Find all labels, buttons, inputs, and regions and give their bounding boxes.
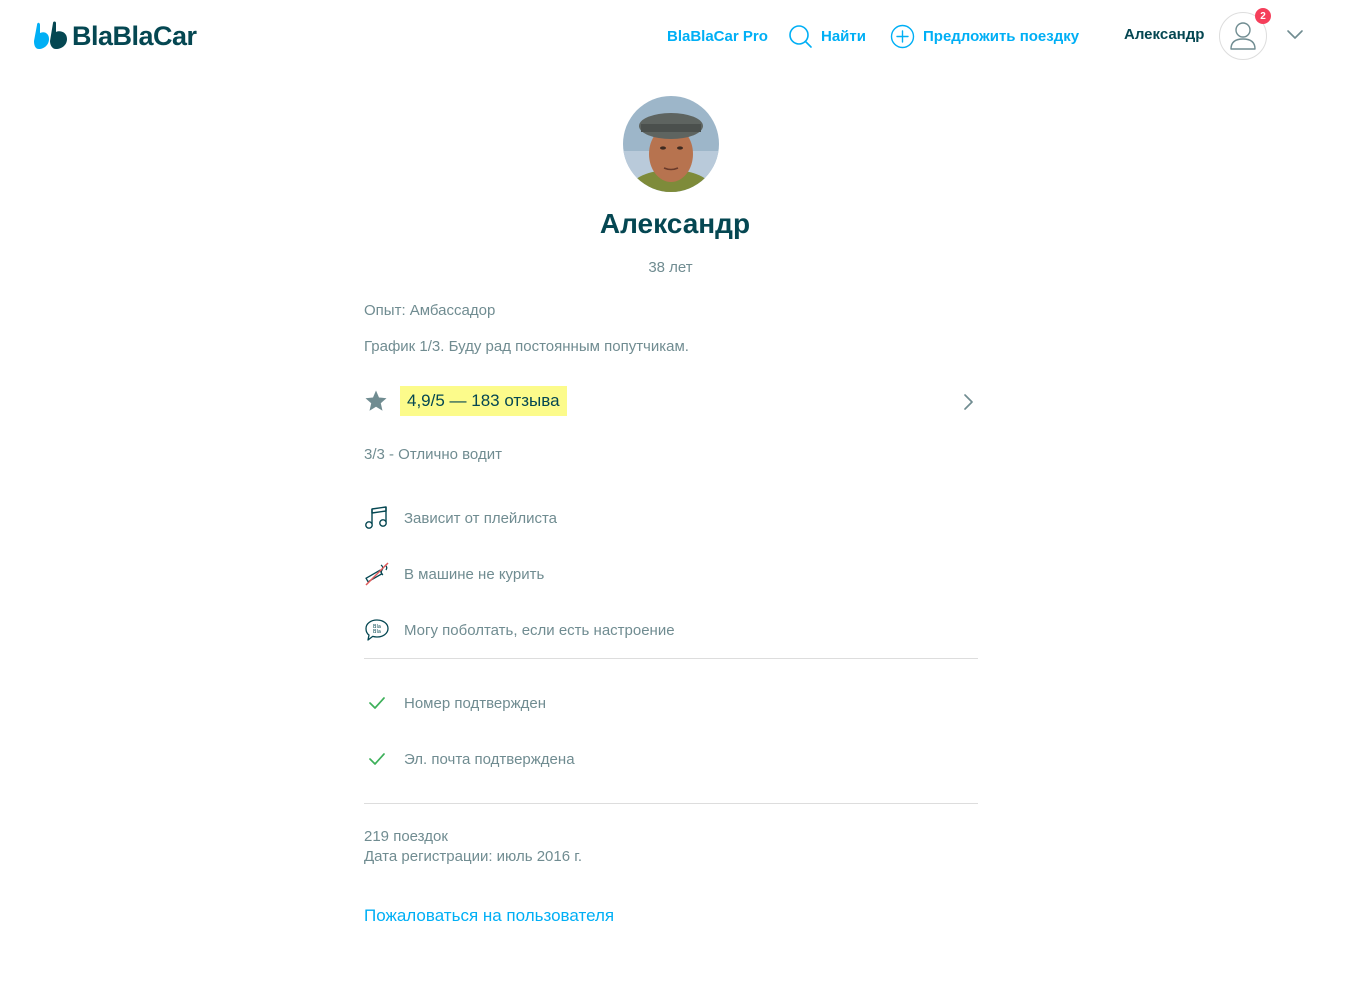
logo-text: BlaBlaCar xyxy=(72,20,197,51)
check-icon xyxy=(364,746,390,772)
user-icon xyxy=(1230,22,1256,50)
profile-name: Александр xyxy=(599,208,751,239)
preference-label: В машине не курить xyxy=(404,565,545,583)
report-user-link[interactable]: Пожаловаться на пользователя xyxy=(364,906,614,926)
blablacar-pro-link[interactable]: BlaBlaCar Pro xyxy=(667,22,768,50)
divider xyxy=(364,803,978,804)
offer-ride-label: Предложить поездку xyxy=(923,27,1080,45)
verification-label: Номер подтвержден xyxy=(404,694,546,712)
experience-level: Опыт: Амбассадор xyxy=(364,302,496,319)
top-header: BlaBlaCar BlaBlaCar Pro Найти Предложить… xyxy=(0,0,1350,72)
profile-bio: График 1/3. Буду рад постоянным попутчик… xyxy=(364,338,689,355)
verification-label: Эл. почта подтверждена xyxy=(404,750,575,768)
rides-count: 219 поездок xyxy=(364,828,448,845)
blablacar-logo-icon xyxy=(34,21,67,49)
music-icon xyxy=(364,505,390,531)
verification-phone: Номер подтвержден xyxy=(364,689,546,717)
rating-summary: 4,9/5 — 183 отзыва xyxy=(400,386,567,416)
search-link[interactable]: Найти xyxy=(788,22,866,50)
preference-music: Зависит от плейлиста xyxy=(364,504,557,532)
blablacar-logo[interactable]: BlaBlaCar xyxy=(34,18,197,54)
chevron-right-icon xyxy=(964,394,973,410)
driving-skill: 3/3 - Отлично водит xyxy=(364,446,502,463)
registration-date: Дата регистрации: июль 2016 г. xyxy=(364,848,583,865)
search-icon xyxy=(789,24,812,48)
header-user-name[interactable]: Александр xyxy=(1124,26,1204,43)
rating-reviews-link[interactable]: 4,9/5 — 183 отзыва xyxy=(364,384,978,418)
verification-email: Эл. почта подтверждена xyxy=(364,745,575,773)
chat-bubble-icon: Bla Bla xyxy=(364,617,390,643)
divider xyxy=(364,658,978,659)
star-icon xyxy=(365,390,387,411)
preference-smoking: В машине не курить xyxy=(364,560,544,588)
preference-label: Могу поболтать, если есть настроение xyxy=(404,621,675,639)
search-label: Найти xyxy=(821,27,866,45)
plus-circle-icon xyxy=(890,24,915,48)
profile-photo xyxy=(623,96,719,192)
check-icon xyxy=(364,690,390,716)
notification-badge: 2 xyxy=(1255,8,1271,24)
blablacar-pro-label: BlaBlaCar Pro xyxy=(667,27,768,45)
preference-label: Зависит от плейлиста xyxy=(404,509,557,527)
chevron-down-icon[interactable] xyxy=(1286,28,1304,42)
profile-age: 38 лет xyxy=(648,259,693,276)
no-smoking-icon xyxy=(364,561,390,587)
svg-text:Bla: Bla xyxy=(373,629,381,635)
preference-chat: Bla Bla Могу поболтать, если есть настро… xyxy=(364,616,675,644)
offer-ride-link[interactable]: Предложить поездку xyxy=(890,22,1079,50)
profile-photo-image xyxy=(623,96,719,192)
